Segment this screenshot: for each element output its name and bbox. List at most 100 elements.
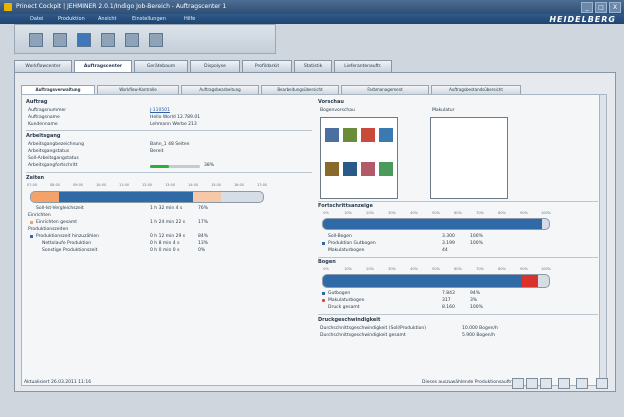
axis-tick-label: 100% (540, 211, 552, 215)
subtab-auftragsbearbeitung[interactable]: Auftragsbearbeitung (181, 85, 259, 94)
axis-tick-label: 11:00 (118, 183, 130, 187)
preview-page-thumb (361, 162, 375, 176)
gutbogen-pct: 94% (470, 291, 481, 296)
main-panel: Auftragsverwaltung Workflow-Kontrolle Au… (14, 72, 616, 392)
subtab-workflow-kontrolle[interactable]: Workflow-Kontrolle (97, 85, 179, 94)
axis-tick-label: 08:00 (49, 183, 61, 187)
tab-lieferantenauftraege[interactable]: Lieferantenauftr. (334, 60, 392, 72)
settings-icon[interactable] (596, 378, 608, 389)
produktionszeit-value: 0 h 12 min 29 s (150, 234, 186, 239)
axis-tick-label: 07:00 (26, 183, 38, 187)
druck-gesamt-pct: 100% (470, 305, 483, 310)
subtab-auftragsbestand[interactable]: Auftragsbestandsübersicht (431, 85, 521, 94)
section-druckgeschwindigkeit: Druckgeschwindigkeit (318, 317, 381, 323)
grid-icon[interactable] (101, 33, 115, 47)
subtab-farbmanagement[interactable]: Farbmanagement (341, 85, 429, 94)
preview-page-thumb (379, 162, 393, 176)
makulaturbogen2-pct: 3% (470, 298, 478, 303)
produktion-gutbogen-label: Produktion Gutbogen (328, 241, 376, 246)
auftragsnummer-link[interactable]: J-110501 (150, 108, 170, 113)
subtab-bearbeitungsuebersicht[interactable]: Bearbeitungsübersicht (261, 85, 339, 94)
druck-gesamt-label: Druck gesamt (328, 305, 360, 310)
tab-profildarkit[interactable]: Profildarkit (242, 60, 292, 72)
section-arbeitsgang: Arbeitsgang (26, 133, 61, 139)
divider (26, 172, 312, 173)
tab-dispolyse[interactable]: Dispolyse (190, 60, 240, 72)
axis-tick-label: 20% (366, 267, 374, 271)
axis-tick-label: 40% (410, 211, 418, 215)
layout-icon[interactable] (149, 33, 163, 47)
minimize-button[interactable]: _ (581, 2, 593, 13)
preview-page-thumb (325, 162, 339, 176)
section-bogen: Bogen (318, 259, 336, 265)
soll-arbeitsgangstatus-label: Soll-Arbeitsgangstatus (28, 156, 79, 161)
einrichten-gesamt-value: 1 h 24 min 22 s (150, 220, 186, 225)
menu-bar: Datei Produktion Ansicht Einstellungen H… (0, 14, 624, 24)
soll-bogen-pct: 100% (470, 234, 483, 239)
menu-ansicht[interactable]: Ansicht (98, 16, 116, 22)
close-button[interactable]: X (609, 2, 621, 13)
sheet-preview-image[interactable] (320, 117, 398, 199)
tab-statistik[interactable]: Statistik (294, 60, 332, 72)
soll-bogen-value: 3.300 (442, 234, 455, 239)
progress-axis: 0% 10% 20% 30% 40% 50% 60% 70% 80% 90% 100% (323, 211, 551, 217)
progress-bar (322, 218, 550, 230)
refresh-button[interactable] (540, 378, 552, 389)
menu-hilfe[interactable]: Hilfe (184, 16, 195, 22)
app-icon (4, 3, 12, 11)
axis-tick-label: 60% (454, 267, 462, 271)
einrichten-gesamt-label: Einrichten gesamt (36, 220, 78, 225)
axis-tick-label: 30% (388, 267, 396, 271)
axis-tick-label: 09:00 (72, 183, 84, 187)
produktionszeit-pct: 84% (198, 234, 209, 239)
axis-tick-label: 0% (323, 267, 329, 271)
auftragsname-label: Auftragsname (28, 115, 60, 120)
status-updated-text: Aktualisiert 26.03.2011 11:16 (24, 380, 92, 385)
einrichten-legend-icon (30, 221, 33, 224)
home-icon[interactable] (53, 33, 67, 47)
menu-produktion[interactable]: Produktion (58, 16, 85, 22)
section-vorschau: Vorschau (318, 99, 344, 105)
bar-segment-druck (58, 192, 194, 202)
save-icon[interactable] (558, 378, 570, 389)
print-icon[interactable] (576, 378, 588, 389)
sonstige-pct: 0% (198, 248, 206, 253)
tab-workflowcenter[interactable]: Workflowcenter (14, 60, 72, 72)
gutbogen2-legend-icon (322, 292, 325, 295)
brand-logo: HEIDELBERG (549, 15, 616, 24)
previous-button[interactable] (512, 378, 524, 389)
list-icon[interactable] (29, 33, 43, 47)
durchschnitt-gesamt-label: Durchschnittsgeschwindigkeit gesamt (320, 333, 406, 338)
axis-tick-label: 40% (410, 267, 418, 271)
tab-geraetebaum[interactable]: Gerätebaum (134, 60, 188, 72)
makulaturbogen-label: Makulaturbogen (328, 248, 365, 253)
bar-segment-rest (193, 192, 222, 202)
nettolaufe-label: Nettolaufe Produktion (42, 241, 92, 246)
maximize-button[interactable]: □ (595, 2, 607, 13)
bogen-axis: 0% 10% 20% 30% 40% 50% 60% 70% 80% 90% 100% (323, 267, 551, 273)
vertical-scrollbar[interactable] (599, 95, 606, 385)
section-auftrag: Auftrag (26, 99, 48, 105)
axis-tick-label: 17:00 (256, 183, 268, 187)
axis-tick-label: 10% (344, 267, 352, 271)
window-title: Prinect Cockpit | JEHMINER 2.0.1/Indigo … (16, 3, 227, 10)
next-button[interactable] (526, 378, 538, 389)
produktionszeiten-label: Produktionszeiten (28, 227, 69, 232)
makulaturbogen2-label: Makulaturbogen (328, 298, 365, 303)
divider (318, 201, 598, 202)
toolbar (14, 24, 276, 54)
axis-tick-label: 50% (432, 267, 440, 271)
sonstige-label: Sonstige Produktionszeit (42, 248, 98, 253)
menu-einstellungen[interactable]: Einstellungen (132, 16, 166, 22)
devices-icon[interactable] (77, 33, 91, 47)
menu-datei[interactable]: Datei (30, 16, 43, 22)
subtab-auftragsverwaltung[interactable]: Auftragsverwaltung (21, 85, 95, 94)
axis-tick-label: 10% (344, 211, 352, 215)
bar-segment-mak (521, 275, 538, 287)
makulatur-preview-image[interactable] (430, 117, 508, 199)
soll-ist-vergleich-value: 1 h 32 min 4 s (150, 206, 183, 211)
document-icon[interactable] (125, 33, 139, 47)
arbeitsgangbezeichnung-value: Bahn_1 48 Seiten (150, 142, 190, 147)
axis-tick-label: 50% (432, 211, 440, 215)
gutbogen-legend-icon (322, 242, 325, 245)
